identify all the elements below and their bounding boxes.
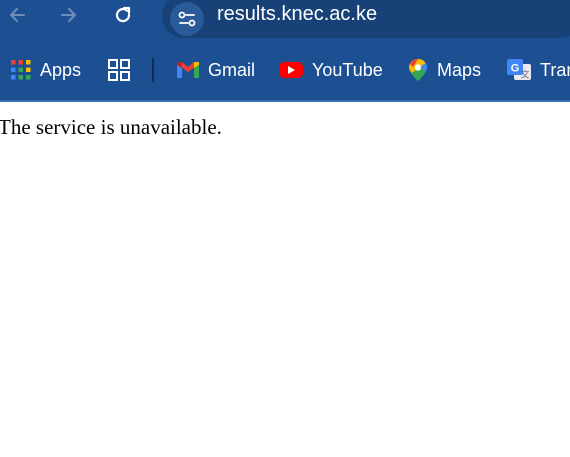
bookmark-gmail[interactable]: Gmail (176, 57, 255, 83)
bookmark-youtube[interactable]: YouTube (278, 57, 383, 83)
bookmark-label: Apps (40, 59, 82, 80)
back-button[interactable] (0, 0, 34, 30)
forward-arrow-icon (61, 8, 76, 22)
address-bar[interactable]: results.knec.ac.ke (162, 0, 570, 38)
tab-groups-icon (108, 59, 130, 81)
apps-grid-icon (11, 60, 31, 80)
gmail-icon (177, 62, 199, 78)
bookmark-label: YouTube (312, 59, 383, 80)
error-message: The service is unavailable. (0, 115, 222, 139)
forward-button[interactable] (52, 0, 86, 30)
site-info-button[interactable] (170, 2, 204, 36)
bookmark-apps[interactable]: Apps (10, 57, 81, 83)
bookmark-maps[interactable]: Maps (407, 57, 481, 83)
tune-icon (178, 11, 196, 27)
bookmark-label: Gmail (208, 59, 256, 80)
bookmarks-bar: Apps Gmail YouTube Maps G 文 Tra (0, 50, 570, 90)
url-text[interactable]: results.knec.ac.ke (217, 3, 377, 26)
bookmark-label: Tran (540, 59, 570, 80)
bookmarks-separator (152, 58, 154, 82)
reload-icon (115, 6, 131, 23)
back-arrow-icon (10, 8, 25, 22)
page-content: The service is unavailable. (0, 102, 570, 457)
youtube-icon (279, 62, 303, 78)
svg-text:G: G (511, 63, 520, 75)
maps-pin-icon (409, 59, 427, 81)
svg-text:文: 文 (520, 69, 529, 81)
bookmark-translate[interactable]: G 文 Tran (506, 57, 570, 83)
navigation-row: results.knec.ac.ke (0, 0, 570, 42)
reload-button[interactable] (106, 0, 140, 30)
bookmark-label: Maps (437, 59, 482, 80)
tab-groups-button[interactable] (107, 57, 131, 83)
browser-toolbar: results.knec.ac.ke Apps Gmail YouTube Ma… (0, 0, 570, 102)
translate-icon: G 文 (507, 59, 531, 81)
